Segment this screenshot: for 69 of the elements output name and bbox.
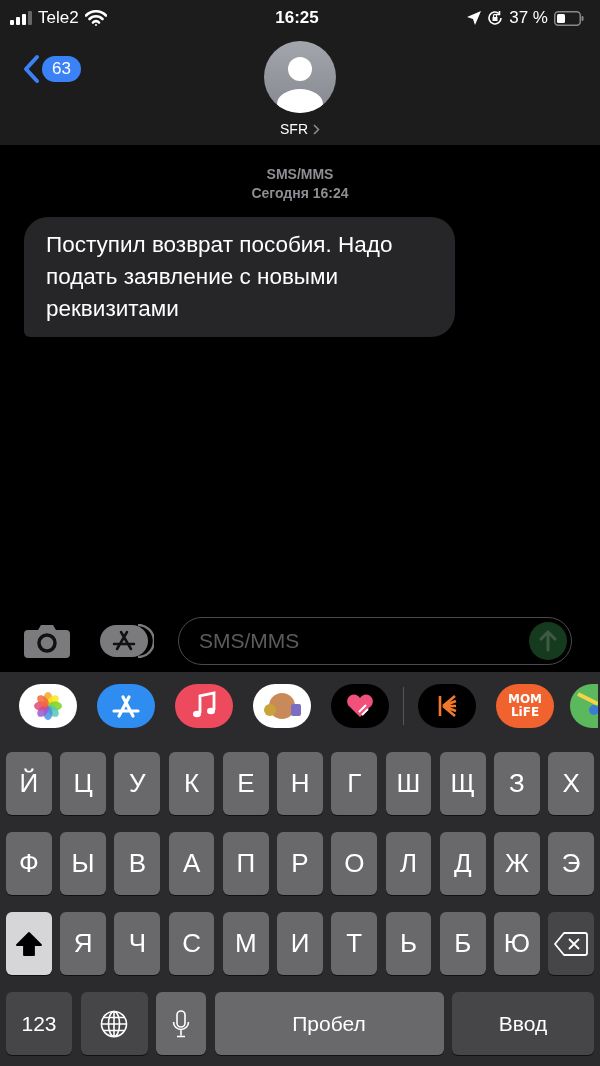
letter-key[interactable]: Ю: [494, 912, 540, 975]
wifi-icon: [84, 10, 107, 26]
microphone-icon: [172, 1009, 190, 1038]
letter-key[interactable]: Ш: [385, 752, 432, 815]
letter-key[interactable]: Ч: [114, 912, 161, 975]
chevron-right-icon: [313, 123, 320, 135]
globe-key[interactable]: [80, 992, 148, 1055]
letter-key[interactable]: О: [331, 832, 378, 895]
contact-name[interactable]: SFR: [280, 121, 320, 137]
letter-key[interactable]: Е: [222, 752, 269, 815]
camera-icon[interactable]: [24, 624, 70, 658]
unread-count-badge: 63: [42, 56, 81, 82]
globe-icon: [100, 1009, 128, 1038]
battery-percent: 37 %: [509, 8, 548, 28]
heart-app-icon[interactable]: [331, 684, 389, 728]
microphone-key[interactable]: [156, 992, 206, 1055]
message-input-field[interactable]: SMS/MMS: [197, 628, 529, 654]
letter-key[interactable]: Х: [548, 752, 595, 815]
shift-arrow-icon: [15, 931, 42, 956]
letter-key[interactable]: А: [168, 832, 215, 895]
letter-key[interactable]: Р: [277, 832, 323, 895]
letter-key[interactable]: В: [114, 832, 161, 895]
maps-app-icon[interactable]: [570, 684, 598, 728]
rotation-lock-icon: [487, 10, 504, 26]
letter-key[interactable]: Г: [331, 752, 378, 815]
music-note-icon[interactable]: [175, 684, 233, 728]
letter-key[interactable]: Ф: [6, 832, 52, 895]
letter-key[interactable]: Ж: [494, 832, 540, 895]
fan-logo-icon[interactable]: [418, 684, 476, 728]
numbers-key[interactable]: 123: [6, 992, 72, 1055]
message-bubble: Поступил возврат пособия. Надо подать заявление с новыми реквизитами: [24, 217, 455, 337]
letter-key[interactable]: Й: [6, 752, 52, 815]
letter-key[interactable]: Б: [439, 912, 486, 975]
contact-avatar-icon[interactable]: [264, 41, 336, 113]
service-label: SMS/MMS: [266, 165, 334, 184]
letter-key[interactable]: М: [222, 912, 269, 975]
app-store-icon[interactable]: [97, 684, 155, 728]
message-timestamp: Сегодня 16:24: [251, 184, 349, 203]
shift-key[interactable]: [6, 912, 52, 975]
letter-key[interactable]: З: [494, 752, 540, 815]
signal-icon: [10, 11, 32, 25]
location-arrow-icon: [467, 11, 482, 25]
mom-life-app-button[interactable]: MOM LiFE: [496, 684, 554, 728]
letter-key[interactable]: П: [222, 832, 269, 895]
letter-key[interactable]: Ы: [60, 832, 106, 895]
backspace-icon: [554, 931, 589, 956]
letter-key[interactable]: С: [168, 912, 215, 975]
status-time: 16:25: [275, 8, 319, 28]
letter-key[interactable]: Я: [60, 912, 106, 975]
chevron-left-icon: [22, 54, 40, 84]
letter-key[interactable]: Д: [439, 832, 486, 895]
letter-key[interactable]: Ц: [60, 752, 106, 815]
photos-app-icon[interactable]: [19, 684, 77, 728]
return-key[interactable]: Ввод: [452, 992, 594, 1055]
space-key[interactable]: Пробел: [214, 992, 444, 1055]
letter-key[interactable]: Ь: [385, 912, 432, 975]
letter-key[interactable]: Н: [277, 752, 323, 815]
letter-key[interactable]: И: [277, 912, 323, 975]
backspace-key[interactable]: [548, 912, 595, 975]
battery-icon: [554, 10, 584, 26]
back-button[interactable]: 63: [22, 54, 81, 84]
sticker-app-icon[interactable]: [253, 684, 311, 728]
letter-key[interactable]: Л: [385, 832, 432, 895]
letter-key[interactable]: К: [168, 752, 215, 815]
letter-key[interactable]: Э: [548, 832, 595, 895]
carrier-name: Tele2: [38, 8, 79, 28]
letter-key[interactable]: Т: [331, 912, 378, 975]
letter-key[interactable]: У: [114, 752, 161, 815]
letter-key[interactable]: Щ: [439, 752, 486, 815]
